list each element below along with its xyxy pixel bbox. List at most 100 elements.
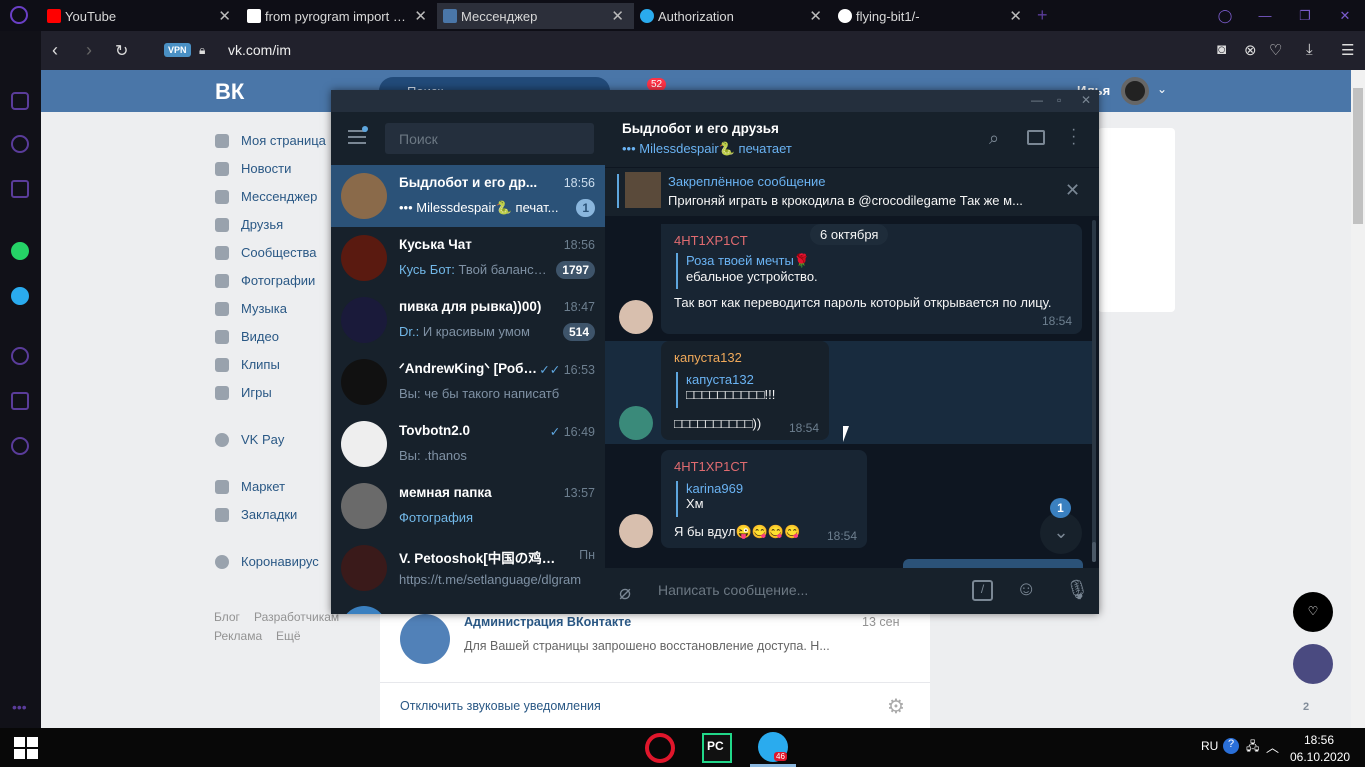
- maximize-button[interactable]: ❐: [1285, 8, 1325, 24]
- admin-dialog-name[interactable]: Администрация ВКонтакте: [464, 615, 631, 629]
- dialog-item[interactable]: Быдлобот и его др... 18:56 ••• Milessdes…: [331, 165, 605, 227]
- footer-link[interactable]: Ещё: [276, 629, 301, 643]
- opera-logo-icon[interactable]: [10, 6, 28, 24]
- games-icon[interactable]: [11, 92, 29, 110]
- clock-date[interactable]: 06.10.2020: [1290, 750, 1350, 764]
- vk-menu-item[interactable]: Моя страница: [215, 133, 326, 148]
- camera-icon[interactable]: ◙: [1217, 41, 1226, 58]
- reply-quote[interactable]: Роза твоей мечты🌹 ебальное устройство.: [676, 253, 818, 289]
- vk-menu-item[interactable]: Закладки: [215, 507, 297, 522]
- dialog-item[interactable]: пивка для рывка))00) 18:47 Dr.: И красив…: [331, 289, 605, 351]
- avatar[interactable]: [619, 514, 653, 548]
- reload-button[interactable]: ↻: [115, 41, 128, 61]
- hamburger-menu-icon[interactable]: [348, 130, 366, 144]
- avatar[interactable]: [619, 300, 653, 334]
- vk-menu-item[interactable]: Маркет: [215, 479, 285, 494]
- settings-icon[interactable]: [11, 437, 29, 455]
- chevron-down-icon[interactable]: ⌄: [1157, 82, 1167, 96]
- more-icon[interactable]: •••: [12, 699, 27, 715]
- more-options-icon[interactable]: · · ·: [1071, 122, 1076, 152]
- dialog-item[interactable]: ᐟAndrewKingᐠ [Робо... ✓✓ 16:53 Вы: че бы…: [331, 351, 605, 413]
- adblock-icon[interactable]: ⊗: [1244, 41, 1257, 59]
- dialog-item[interactable]: V. Petooshok[中国の鸡肉] L... Пн https://t.me…: [331, 537, 605, 599]
- keyboard-language[interactable]: RU: [1201, 739, 1218, 753]
- vk-menu-item[interactable]: Сообщества: [215, 245, 317, 260]
- footer-link[interactable]: Разработчикам: [254, 610, 339, 624]
- tab-messenger[interactable]: Мессенджер ✕: [437, 3, 634, 29]
- attach-icon[interactable]: ⌀: [619, 580, 631, 605]
- pycharm-taskbar-icon[interactable]: PC: [702, 733, 732, 763]
- vk-menu-item[interactable]: Новости: [215, 161, 291, 176]
- message-author[interactable]: 4HT1XP1CT: [674, 459, 748, 474]
- vk-menu-item[interactable]: Музыка: [215, 301, 287, 316]
- microphone-icon[interactable]: 🎙︎: [1065, 578, 1089, 602]
- sidebar-toggle-icon[interactable]: [1027, 130, 1045, 145]
- vk-menu-item[interactable]: Клипы: [215, 357, 280, 372]
- close-tab-icon[interactable]: ✕: [611, 7, 624, 25]
- chat-title[interactable]: Быдлобот и его друзья: [622, 121, 779, 136]
- menu-icon[interactable]: ☰: [1341, 41, 1354, 59]
- dialog-item[interactable]: Куська Чат 18:56 Кусь Бот: Твой баланс: …: [331, 227, 605, 289]
- vk-logo[interactable]: ВК: [215, 79, 244, 105]
- bot-command-icon[interactable]: /: [972, 580, 993, 601]
- close-button[interactable]: ✕: [1081, 93, 1091, 107]
- chat-scrollbar[interactable]: [1092, 220, 1096, 562]
- chevron-up-icon[interactable]: ︿: [1266, 737, 1279, 756]
- twitch-icon[interactable]: [11, 180, 29, 198]
- box-icon[interactable]: [11, 392, 29, 410]
- dialog-item[interactable]: мемная папка 13:57 Фотография: [331, 475, 605, 537]
- close-tab-icon[interactable]: ✕: [218, 7, 231, 25]
- download-icon[interactable]: ⤓: [1306, 41, 1313, 58]
- opera-taskbar-icon[interactable]: [645, 733, 675, 763]
- message-author[interactable]: капуста132: [674, 350, 742, 365]
- tab-authorization[interactable]: Authorization ✕: [634, 3, 832, 29]
- speed-icon[interactable]: [11, 135, 29, 153]
- back-button[interactable]: ‹: [52, 40, 58, 61]
- telegram-icon[interactable]: [11, 287, 29, 305]
- vk-menu-item[interactable]: Игры: [215, 385, 272, 400]
- admin-avatar[interactable]: [400, 614, 450, 664]
- close-tab-icon[interactable]: ✕: [1009, 7, 1022, 25]
- tab-youtube[interactable]: YouTube ✕: [41, 3, 241, 29]
- scrollbar-thumb[interactable]: [1353, 88, 1363, 224]
- search-input[interactable]: Поиск: [385, 123, 594, 154]
- close-pin-icon[interactable]: ✕: [1065, 180, 1080, 201]
- maximize-button[interactable]: ▫: [1057, 93, 1061, 107]
- avatar[interactable]: [1293, 644, 1333, 684]
- vk-menu-item[interactable]: Видео: [215, 329, 279, 344]
- scroll-down-button[interactable]: ⌄: [1040, 512, 1082, 554]
- footer-link[interactable]: Блог: [214, 610, 240, 624]
- avatar[interactable]: [619, 406, 653, 440]
- vk-menu-item[interactable]: Друзья: [215, 217, 283, 232]
- close-tab-icon[interactable]: ✕: [809, 7, 822, 25]
- disable-sounds-link[interactable]: Отключить звуковые уведомления: [400, 699, 601, 713]
- whatsapp-icon[interactable]: [11, 242, 29, 260]
- minimize-button[interactable]: —: [1245, 8, 1285, 23]
- close-button[interactable]: ✕: [1325, 8, 1365, 24]
- vk-menu-item[interactable]: VK Pay: [215, 432, 284, 447]
- tab-github[interactable]: flying-bit1/- ✕: [832, 3, 1032, 29]
- forward-button[interactable]: ›: [86, 40, 92, 61]
- emoji-icon[interactable]: ☺: [1016, 578, 1036, 601]
- vk-menu-item[interactable]: Мессенджер: [215, 189, 317, 204]
- tab-pyrogram[interactable]: from pyrogram import Clie ✕: [241, 3, 437, 29]
- search-icon[interactable]: ⌕: [989, 128, 999, 149]
- minimize-button[interactable]: —: [1031, 93, 1043, 107]
- gear-icon[interactable]: ⚙: [887, 694, 905, 719]
- reply-quote[interactable]: karina969 Хм: [676, 481, 743, 517]
- network-icon[interactable]: 🖧︎: [1246, 737, 1259, 758]
- heart-icon[interactable]: ♡: [1269, 41, 1282, 59]
- footer-link[interactable]: Реклама: [214, 629, 262, 643]
- search-tabs-icon[interactable]: ◯: [1205, 8, 1245, 24]
- clock-time[interactable]: 18:56: [1304, 733, 1334, 747]
- reply-quote[interactable]: капуста132 □□□□□□□□□□!!!: [676, 372, 775, 408]
- vk-menu-item[interactable]: Фотографии: [215, 273, 315, 288]
- help-icon[interactable]: ?: [1223, 738, 1239, 754]
- message-author[interactable]: 4HT1XP1CT: [674, 233, 748, 248]
- chat-scrollbar-thumb[interactable]: [1092, 542, 1096, 562]
- message-input[interactable]: Написать сообщение...: [658, 582, 948, 598]
- vpn-badge[interactable]: VPN: [164, 43, 191, 57]
- windows-start-icon[interactable]: [14, 737, 38, 759]
- heart-button[interactable]: ♡: [1293, 592, 1333, 632]
- vk-menu-item[interactable]: Коронавирус: [215, 554, 319, 569]
